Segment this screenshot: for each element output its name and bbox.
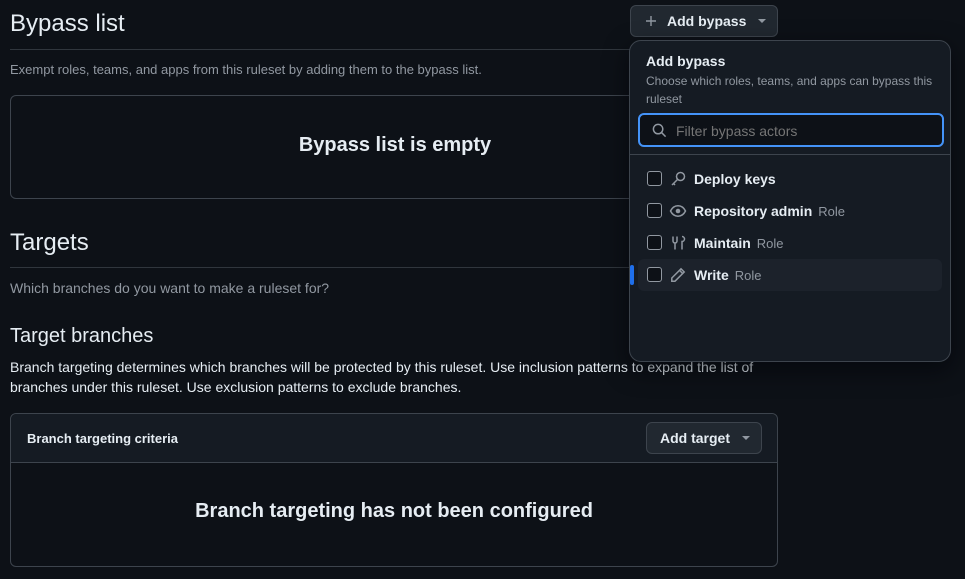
targets-title: Targets: [10, 229, 89, 256]
add-bypass-menu: Add bypass Choose which roles, teams, an…: [629, 40, 951, 362]
menu-subtitle: Choose which roles, teams, and apps can …: [646, 74, 933, 106]
menu-item-label: Repository admin: [694, 203, 813, 219]
menu-item-maintain[interactable]: Maintain Role: [638, 227, 942, 259]
role-badge: Role: [756, 236, 784, 251]
role-badge: Role: [818, 204, 845, 219]
bypass-description: Exempt roles, teams, and apps from this …: [10, 62, 482, 77]
branch-targeting-criteria-label: Branch targeting criteria: [27, 431, 178, 446]
active-indicator: [630, 265, 634, 285]
branch-targeting-header: Branch targeting criteria Add target: [11, 414, 777, 463]
menu-item-write[interactable]: Write Role: [630, 259, 942, 291]
pencil-icon: [671, 267, 686, 282]
menu-item-deploy-keys[interactable]: Deploy keys: [638, 163, 942, 195]
search-icon: [652, 123, 667, 138]
targets-description: Which branches do you want to make a rul…: [10, 280, 330, 296]
add-target-button[interactable]: Add target: [646, 422, 762, 454]
target-branches-description: Branch targeting determines which branch…: [10, 359, 754, 395]
menu-item-label: Deploy keys: [694, 171, 776, 187]
add-bypass-button[interactable]: Add bypass: [630, 5, 778, 37]
tools-icon: [672, 235, 686, 250]
menu-item-repository-admin[interactable]: Repository admin Role: [638, 195, 942, 227]
branch-targeting-empty-text: Branch targeting has not been configured: [195, 500, 593, 522]
plus-icon: [646, 16, 656, 26]
menu-divider: [630, 154, 950, 155]
checkbox[interactable]: [647, 171, 662, 186]
add-target-label: Add target: [660, 430, 730, 446]
add-bypass-label: Add bypass: [667, 13, 747, 29]
bypass-empty-box: Bypass list is empty: [10, 95, 650, 199]
menu-item-label: Write: [694, 267, 729, 283]
bypass-list-title: Bypass list: [10, 10, 125, 37]
filter-field[interactable]: [638, 113, 944, 147]
menu-item-label: Maintain: [694, 235, 751, 251]
targets-divider: [10, 267, 630, 268]
chevron-down-icon: [758, 19, 767, 23]
filter-input[interactable]: [674, 119, 938, 143]
menu-title: Add bypass: [646, 53, 726, 69]
eye-icon: [669, 205, 687, 217]
chevron-down-icon: [742, 436, 750, 440]
key-icon: [671, 171, 686, 186]
bypass-divider: [10, 49, 630, 50]
target-branches-title: Target branches: [10, 325, 154, 347]
branch-targeting-box: Branch targeting criteria Add target Bra…: [10, 413, 778, 567]
checkbox[interactable]: [647, 203, 662, 218]
checkbox[interactable]: [647, 235, 662, 250]
role-badge: Role: [734, 268, 762, 283]
checkbox[interactable]: [647, 267, 662, 282]
